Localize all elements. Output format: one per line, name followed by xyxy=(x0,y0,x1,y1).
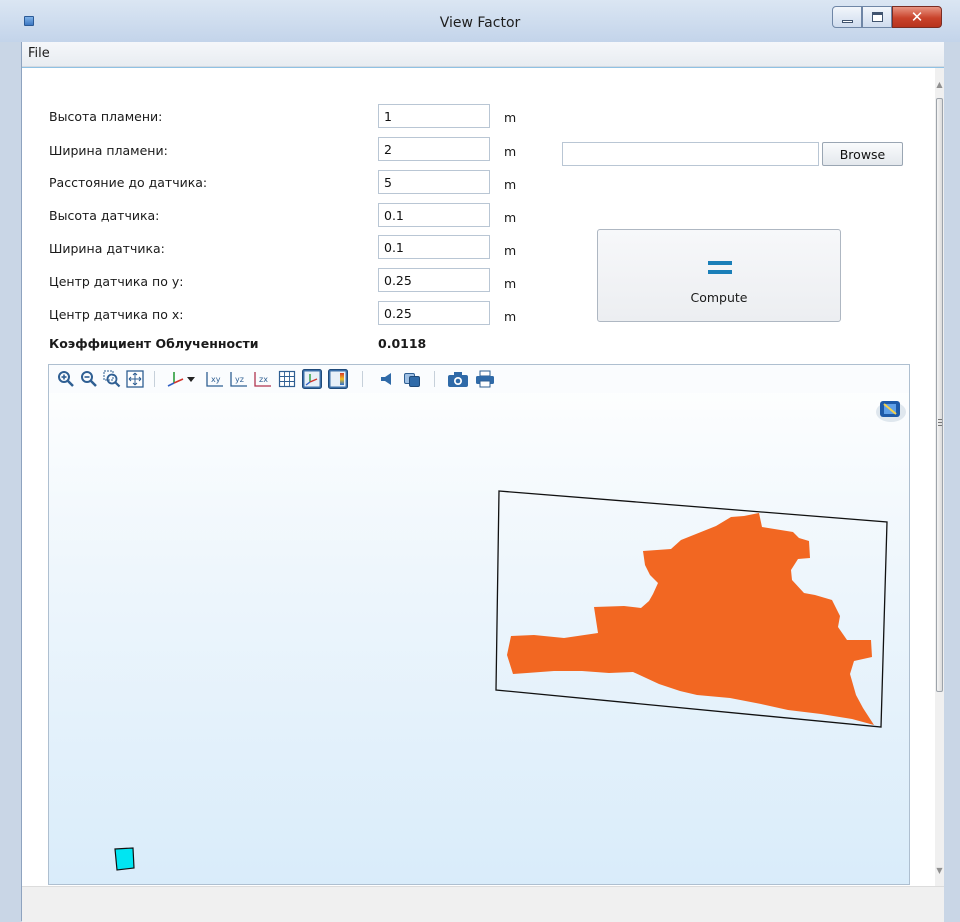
sensor-height-label: Высота датчика: xyxy=(49,208,160,223)
scroll-up-arrow-icon[interactable]: ▲ xyxy=(935,78,944,92)
flame-width-label: Ширина пламени: xyxy=(49,143,168,158)
sensor-width-label: Ширина датчика: xyxy=(49,241,165,256)
sensor-center-y-input[interactable] xyxy=(378,268,490,292)
minimize-icon xyxy=(842,20,853,23)
title-bar: View Factor ✕ xyxy=(0,0,960,42)
view-factor-label: Коэффициент Облученности xyxy=(49,336,259,351)
scrollbar-thumb[interactable] xyxy=(936,98,943,692)
sensor-height-input[interactable] xyxy=(378,203,490,227)
menu-bar: File xyxy=(22,42,944,67)
equals-icon xyxy=(708,261,732,275)
sensor-center-y-unit: m xyxy=(504,276,517,291)
file-path-input[interactable] xyxy=(562,142,819,166)
sensor-center-x-label: Центр датчика по х: xyxy=(49,307,184,322)
sensor-distance-label: Расстояние до датчика: xyxy=(49,175,208,190)
compute-button[interactable]: Compute xyxy=(597,229,841,322)
view-cube-icon[interactable] xyxy=(876,401,906,422)
flame-shape xyxy=(507,513,874,725)
sensor-width-input[interactable] xyxy=(378,235,490,259)
window-frame-right xyxy=(944,42,960,921)
scrollbar-grip-icon xyxy=(938,419,942,426)
vertical-scrollbar[interactable]: ▲ ▼ xyxy=(935,68,944,886)
window-frame-left xyxy=(0,42,22,921)
sensor-height-unit: m xyxy=(504,210,517,225)
graphics-viewport[interactable]: xy yz zx xyxy=(48,364,910,885)
sensor-distance-input[interactable] xyxy=(378,170,490,194)
sensor-shape xyxy=(114,847,135,871)
close-button[interactable]: ✕ xyxy=(892,6,942,28)
status-bar xyxy=(22,886,944,922)
scroll-down-arrow-icon[interactable]: ▼ xyxy=(935,864,944,878)
main-panel: Высота пламени: m Ширина пламени: m Расс… xyxy=(22,67,944,886)
maximize-button[interactable] xyxy=(862,6,892,28)
window-title: View Factor xyxy=(439,15,521,31)
flame-height-label: Высота пламени: xyxy=(49,109,163,124)
maximize-icon xyxy=(872,12,883,22)
scene-canvas xyxy=(114,401,906,871)
flame-height-input[interactable] xyxy=(378,104,490,128)
flame-height-unit: m xyxy=(504,110,517,125)
close-icon: ✕ xyxy=(910,8,924,26)
browse-button[interactable]: Browse xyxy=(822,142,903,166)
sensor-center-x-unit: m xyxy=(504,309,517,324)
menu-file[interactable]: File xyxy=(28,46,50,61)
sensor-width-unit: m xyxy=(504,243,517,258)
compute-label: Compute xyxy=(690,290,748,305)
flame-width-input[interactable] xyxy=(378,137,490,161)
sensor-center-x-input[interactable] xyxy=(378,301,490,325)
minimize-button[interactable] xyxy=(832,6,862,28)
sensor-center-y-label: Центр датчика по у: xyxy=(49,274,184,289)
flame-width-unit: m xyxy=(504,144,517,159)
sensor-distance-unit: m xyxy=(504,177,517,192)
view-factor-value: 0.0118 xyxy=(378,336,427,351)
